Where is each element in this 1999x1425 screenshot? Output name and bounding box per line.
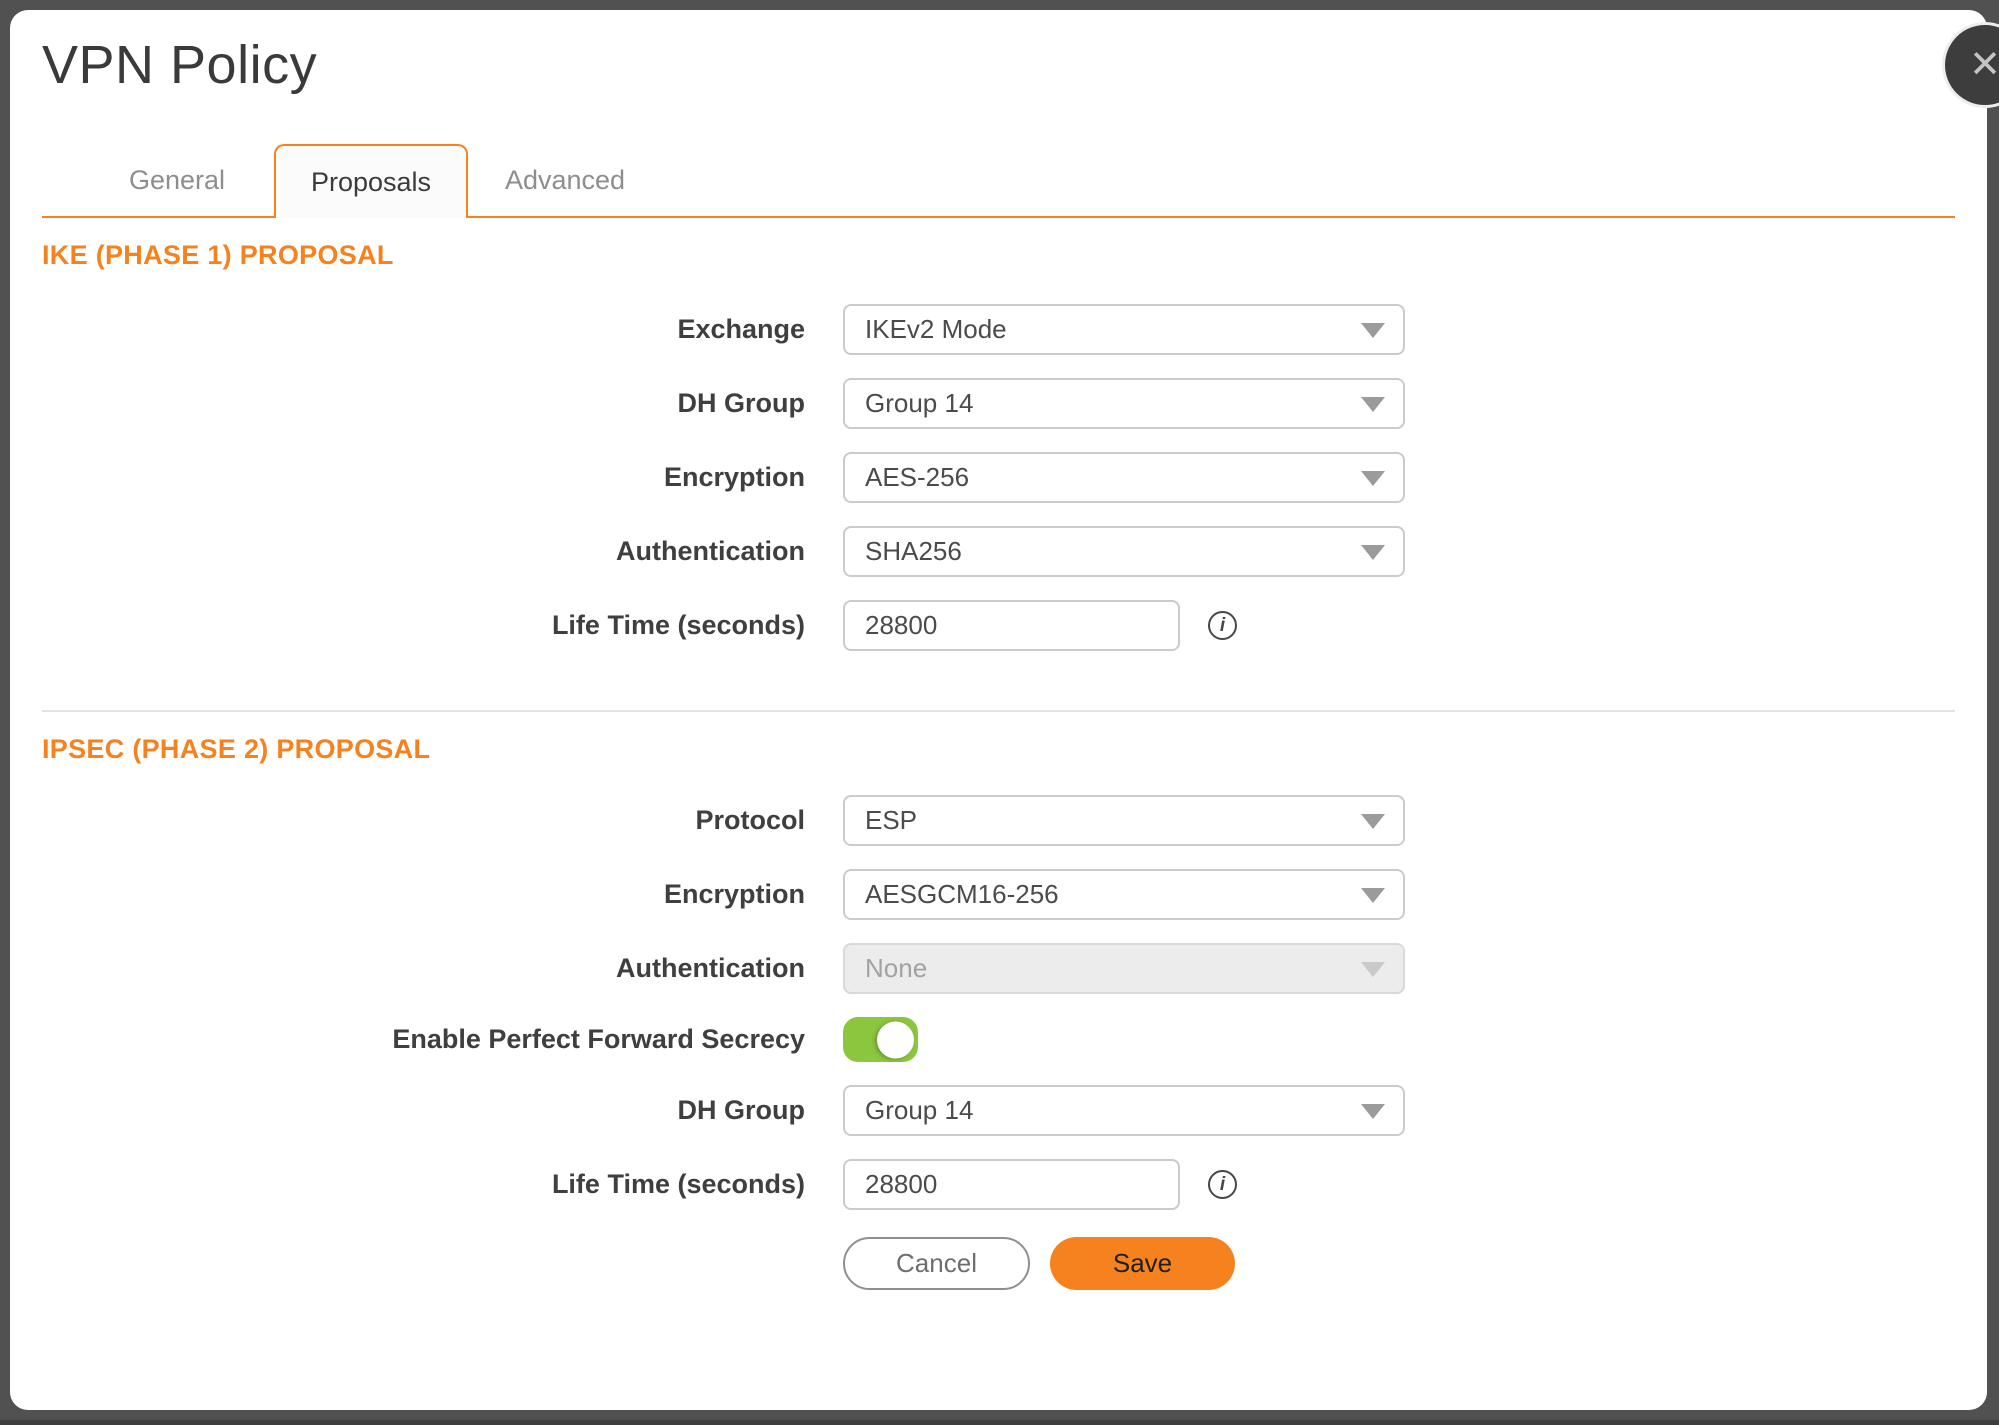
ipsec-dh-group-value: Group 14 xyxy=(865,1095,974,1125)
cancel-button[interactable]: Cancel xyxy=(843,1237,1030,1290)
ipsec-phase2-form: Protocol ESP Encryption AESGCM16-256 Aut… xyxy=(10,795,1987,1210)
ipsec-authentication-value: None xyxy=(865,953,928,983)
ipsec-encryption-row: Encryption AESGCM16-256 xyxy=(10,869,1987,920)
exchange-value: IKEv2 Mode xyxy=(865,314,1007,344)
caret-down-icon xyxy=(1361,396,1385,412)
info-icon-glyph: i xyxy=(1219,1173,1226,1195)
protocol-label: Protocol xyxy=(695,805,805,835)
exchange-select[interactable]: IKEv2 Mode xyxy=(843,304,1405,355)
caret-down-icon xyxy=(1361,813,1385,829)
ike-lifetime-input[interactable] xyxy=(843,600,1180,651)
ike-phase1-form: Exchange IKEv2 Mode DH Group Group 14 En… xyxy=(10,304,1987,651)
close-icon: ✕ xyxy=(1969,44,1999,86)
ipsec-authentication-label: Authentication xyxy=(616,953,805,983)
ike-encryption-select[interactable]: AES-256 xyxy=(843,452,1405,503)
protocol-row: Protocol ESP xyxy=(10,795,1987,846)
ike-authentication-value: SHA256 xyxy=(865,536,962,566)
backdrop-bottom-edge xyxy=(0,1420,1999,1425)
tab-advanced[interactable]: Advanced xyxy=(468,144,662,216)
ike-encryption-label: Encryption xyxy=(663,462,805,492)
pfs-toggle[interactable] xyxy=(843,1017,918,1062)
info-icon-glyph: i xyxy=(1219,614,1226,636)
ike-authentication-select[interactable]: SHA256 xyxy=(843,526,1405,577)
info-icon: i xyxy=(1208,1170,1237,1199)
ike-dh-group-label: DH Group xyxy=(677,388,806,418)
save-button[interactable]: Save xyxy=(1050,1237,1235,1290)
ipsec-dh-group-select[interactable]: Group 14 xyxy=(843,1085,1405,1136)
dialog-actions: Cancel Save xyxy=(843,1237,1987,1290)
ike-lifetime-label: Life Time (seconds) xyxy=(551,610,805,640)
ipsec-lifetime-row: Life Time (seconds) i xyxy=(10,1159,1987,1210)
toggle-knob xyxy=(877,1021,914,1058)
ike-authentication-row: Authentication SHA256 xyxy=(10,526,1987,577)
ipsec-authentication-select-disabled: None xyxy=(843,943,1405,994)
ike-authentication-label: Authentication xyxy=(616,536,805,566)
info-icon: i xyxy=(1208,611,1237,640)
ike-encryption-value: AES-256 xyxy=(865,462,970,492)
ike-encryption-row: Encryption AES-256 xyxy=(10,452,1987,503)
ipsec-encryption-label: Encryption xyxy=(663,879,805,909)
caret-down-icon xyxy=(1361,887,1385,903)
vpn-policy-dialog: VPN Policy General Proposals Advanced IK… xyxy=(10,10,1987,1410)
caret-down-icon xyxy=(1361,322,1385,338)
section-heading-ike-phase1: IKE (PHASE 1) PROPOSAL xyxy=(42,240,394,270)
exchange-label: Exchange xyxy=(677,314,805,344)
caret-down-icon xyxy=(1361,544,1385,560)
section-heading-ipsec-phase2: IPSEC (PHASE 2) PROPOSAL xyxy=(42,734,431,764)
ipsec-encryption-value: AESGCM16-256 xyxy=(865,879,1059,909)
ipsec-encryption-select[interactable]: AESGCM16-256 xyxy=(843,869,1405,920)
ike-dh-group-value: Group 14 xyxy=(865,388,974,418)
ike-dh-group-select[interactable]: Group 14 xyxy=(843,378,1405,429)
ipsec-dh-group-label: DH Group xyxy=(677,1095,806,1125)
ipsec-authentication-row: Authentication None xyxy=(10,943,1987,994)
ipsec-dh-group-row: DH Group Group 14 xyxy=(10,1085,1987,1136)
caret-down-icon xyxy=(1361,1103,1385,1119)
tab-bar: General Proposals Advanced xyxy=(42,144,1955,218)
pfs-row: Enable Perfect Forward Secrecy xyxy=(10,1017,1987,1062)
ike-dh-group-row: DH Group Group 14 xyxy=(10,378,1987,429)
caret-down-icon xyxy=(1361,470,1385,486)
ike-lifetime-row: Life Time (seconds) i xyxy=(10,600,1987,651)
protocol-select[interactable]: ESP xyxy=(843,795,1405,846)
section-divider xyxy=(42,710,1955,712)
caret-down-icon xyxy=(1361,961,1385,977)
pfs-label: Enable Perfect Forward Secrecy xyxy=(392,1024,805,1054)
tab-general[interactable]: General xyxy=(80,144,274,216)
tab-proposals[interactable]: Proposals xyxy=(274,144,468,218)
page-title: VPN Policy xyxy=(42,35,318,95)
protocol-value: ESP xyxy=(865,805,918,835)
ipsec-lifetime-label: Life Time (seconds) xyxy=(551,1169,805,1199)
ipsec-lifetime-input[interactable] xyxy=(843,1159,1180,1210)
exchange-row: Exchange IKEv2 Mode xyxy=(10,304,1987,355)
